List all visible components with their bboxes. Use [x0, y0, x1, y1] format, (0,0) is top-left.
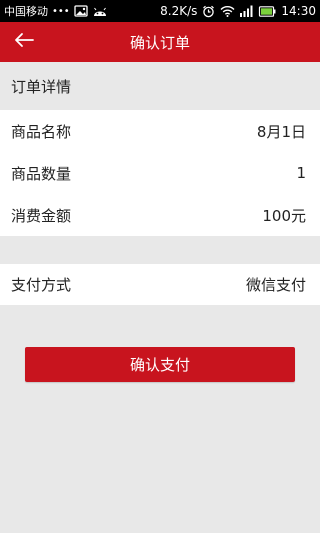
row-value: 8月1日 — [256, 122, 306, 141]
clock-time: 14:30 — [281, 4, 316, 18]
payment-method-card[interactable]: 支付方式 微信支付 — [0, 264, 320, 305]
payment-method-label: 支付方式 — [11, 276, 72, 294]
row-label: 消费金额 — [11, 206, 72, 225]
row-label: 商品名称 — [11, 122, 72, 141]
alarm-icon — [202, 5, 215, 18]
back-button[interactable] — [8, 22, 40, 62]
order-details-card: 商品名称 8月1日 商品数量 1 消费金额 100元 — [0, 110, 320, 236]
status-left: 中国移动 ••• — [4, 3, 108, 19]
back-arrow-icon — [13, 32, 35, 52]
status-right: 8.2K/s 14:30 — [160, 4, 316, 18]
wifi-icon — [220, 5, 235, 17]
row-value: 1 — [296, 164, 306, 182]
notification-dots: ••• — [52, 5, 70, 17]
product-quantity-row: 商品数量 1 — [0, 152, 320, 194]
payment-method-value: 微信支付 — [245, 276, 306, 294]
payment-method-row[interactable]: 支付方式 微信支付 — [0, 264, 320, 305]
product-name-row: 商品名称 8月1日 — [0, 110, 320, 152]
row-value: 100元 — [262, 206, 306, 225]
row-label: 商品数量 — [11, 164, 72, 183]
page-title: 确认订单 — [129, 33, 190, 52]
battery-icon — [258, 5, 276, 17]
android-icon — [92, 5, 108, 17]
amount-row: 消费金额 100元 — [0, 194, 320, 236]
carrier-name: 中国移动 — [4, 5, 48, 18]
status-bar: 中国移动 ••• 8.2K/s 14:30 — [0, 0, 320, 22]
network-speed: 8.2K/s — [160, 4, 198, 18]
app-header: 确认订单 — [0, 22, 320, 62]
image-icon — [74, 5, 88, 17]
signal-icon — [240, 5, 253, 17]
confirm-payment-button[interactable]: 确认支付 — [25, 347, 295, 382]
order-details-heading: 订单详情 — [11, 77, 72, 96]
